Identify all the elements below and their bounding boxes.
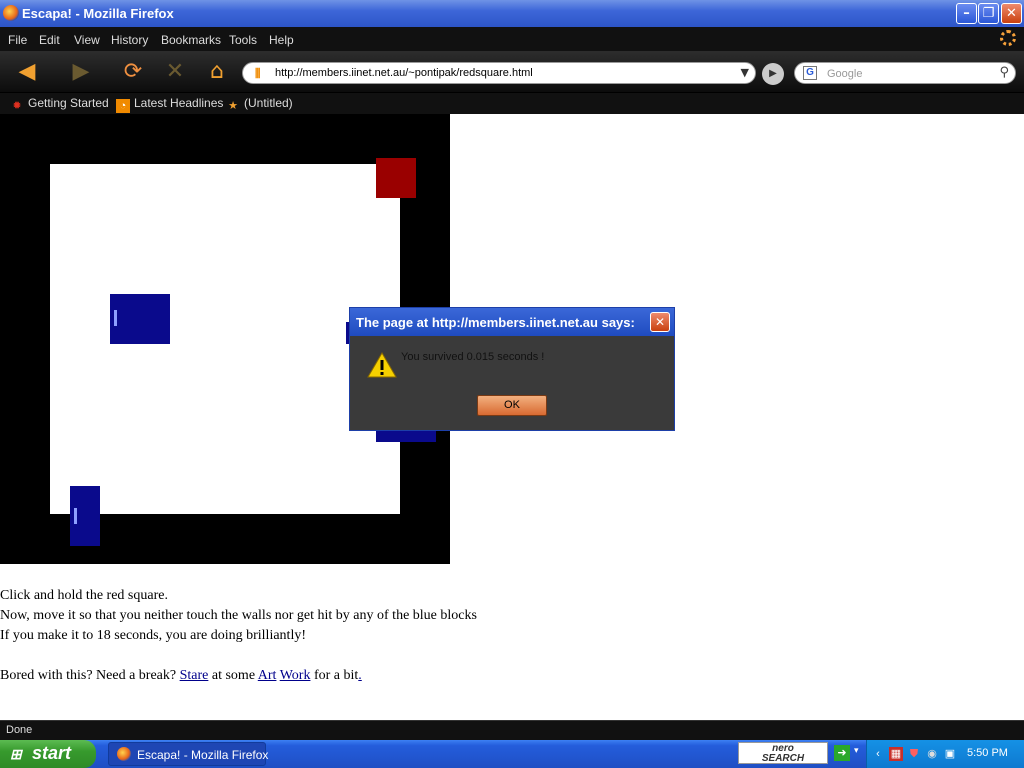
minimize-button[interactable]: – [956, 3, 977, 24]
dropdown-icon[interactable]: ▾ [854, 746, 859, 756]
shield-icon[interactable]: ⛊ [907, 747, 921, 761]
rss-feed-icon[interactable]: ⫴ [255, 67, 267, 82]
status-text: Done [6, 724, 33, 736]
bookmark-getting-started[interactable]: ✹ Getting Started [10, 96, 108, 113]
tray-app-icon[interactable]: ▦ [889, 747, 903, 761]
menu-bar: File Edit View History Bookmarks Tools H… [0, 27, 1024, 51]
nero-search-box[interactable]: nero SEARCH [738, 742, 828, 764]
firefox-icon [117, 747, 131, 761]
instructions: Click and hold the red square. Now, move… [0, 586, 600, 686]
bookmarks-toolbar: ✹ Getting Started ◔ Latest Headlines ★ (Unt… [0, 93, 1024, 114]
menu-tools[interactable]: Tools [229, 33, 257, 47]
menu-file[interactable]: File [8, 33, 27, 47]
star-icon: ★ [228, 100, 238, 112]
dialog-close-button[interactable]: ✕ [650, 312, 670, 332]
ladybug-icon: ✹ [12, 100, 22, 112]
search-input[interactable] [827, 66, 987, 81]
url-input[interactable] [275, 65, 725, 81]
go-arrow-icon[interactable]: ➜ [834, 745, 850, 761]
blue-block [70, 486, 100, 546]
url-bar[interactable]: ⫴ ▼ [242, 62, 756, 84]
dialog-message: You survived 0.015 seconds ! [401, 351, 545, 363]
windows-flag-icon: ⊞ [10, 746, 22, 762]
forward-button[interactable]: ▶ [66, 58, 96, 86]
period-link[interactable]: . [358, 668, 362, 683]
close-button[interactable]: ✕ [1001, 3, 1022, 24]
status-bar: Done [0, 720, 1024, 740]
start-button[interactable]: ⊞ start [0, 740, 96, 768]
menu-bookmarks[interactable]: Bookmarks [161, 33, 221, 47]
url-dropdown-icon[interactable]: ▼ [741, 66, 749, 79]
network-icon[interactable]: ▣ [943, 747, 957, 761]
links-line: Bored with this? Need a break? Stare at … [0, 668, 362, 683]
firefox-icon [3, 5, 19, 21]
menu-view[interactable]: View [74, 33, 100, 47]
restore-button[interactable]: ❐ [978, 3, 999, 24]
bookmark-untitled[interactable]: ★ (Untitled) [226, 96, 293, 113]
window-title: Escapa! - Mozilla Firefox [22, 6, 174, 21]
throbber-icon [1000, 30, 1016, 46]
art-link[interactable]: Art [258, 668, 277, 683]
instruction-line: If you make it to 18 seconds, you are do… [0, 628, 306, 643]
clock[interactable]: 5:50 PM [967, 747, 1008, 759]
search-icon[interactable]: ⚲ [999, 65, 1009, 80]
home-button[interactable]: ⌂ [202, 58, 232, 86]
warning-icon [367, 352, 397, 378]
bookmark-latest-headlines[interactable]: ◔ Latest Headlines [116, 96, 223, 113]
red-square[interactable] [376, 158, 416, 198]
instruction-line: Now, move it so that you neither touch t… [0, 608, 477, 623]
blue-block [110, 294, 170, 344]
dialog-titlebar[interactable]: The page at http://members.iinet.net.au … [350, 308, 674, 336]
tray-expand-icon[interactable]: ‹ [871, 747, 885, 761]
system-tray: ‹ ▦ ⛊ ◉ ▣ 5:50 PM [866, 740, 1024, 768]
stare-link[interactable]: Stare [180, 668, 209, 683]
dialog-title: The page at http://members.iinet.net.au … [356, 315, 635, 330]
volume-icon[interactable]: ◉ [925, 747, 939, 761]
ok-button[interactable]: OK [477, 395, 547, 416]
instruction-line: Click and hold the red square. [0, 588, 168, 603]
stop-button[interactable]: ✕ [160, 58, 190, 86]
back-button[interactable]: ◀ [12, 58, 42, 86]
reload-button[interactable]: ⟳ [118, 58, 148, 86]
search-bar[interactable]: G ⚲ [794, 62, 1016, 84]
work-link[interactable]: Work [280, 668, 311, 683]
window-titlebar[interactable]: Escapa! - Mozilla Firefox – ❐ ✕ [0, 0, 1024, 27]
taskbar-item-firefox[interactable]: Escapa! - Mozilla Firefox [108, 742, 268, 766]
menu-edit[interactable]: Edit [39, 33, 60, 47]
menu-history[interactable]: History [111, 33, 148, 47]
alert-dialog: The page at http://members.iinet.net.au … [349, 307, 675, 431]
go-button[interactable]: ▶ [762, 63, 784, 85]
search-engine-icon[interactable]: G [803, 66, 817, 80]
rss-icon: ◔ [116, 99, 130, 113]
menu-help[interactable]: Help [269, 33, 294, 47]
